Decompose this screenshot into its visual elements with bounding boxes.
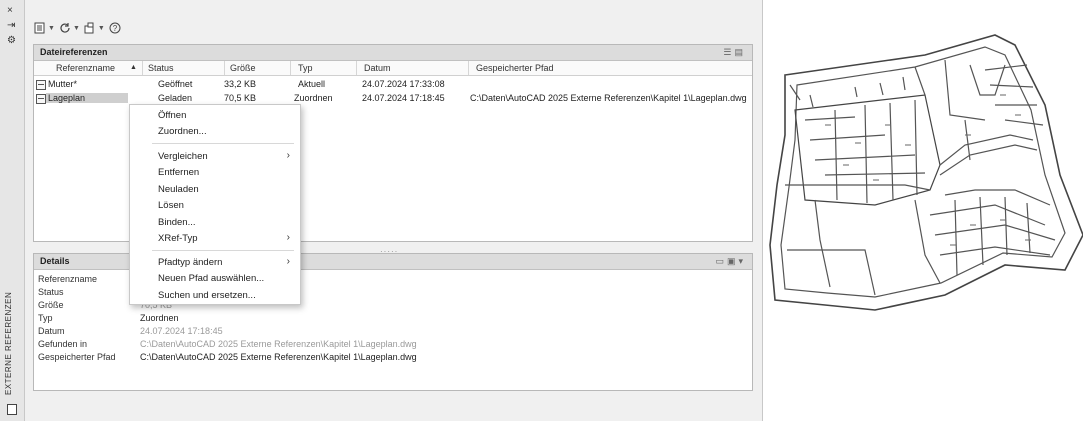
menu-item-pfadtyp-aendern[interactable]: Pfadtyp ändern › xyxy=(130,255,300,271)
chevron-down-icon: ▼ xyxy=(48,24,55,32)
menu-item-loesen[interactable]: Lösen xyxy=(130,198,300,214)
column-header-row: Referenzname ▲ Status Größe Typ Datum Ge… xyxy=(34,61,752,76)
submenu-arrow-icon: › xyxy=(286,232,290,243)
sort-asc-icon: ▲ xyxy=(130,64,137,71)
ref-date: 24.07.2024 17:18:45 xyxy=(362,93,445,103)
refresh-button[interactable]: ▼ xyxy=(58,19,81,37)
col-referenzname[interactable]: Referenzname xyxy=(56,63,115,73)
ref-name: Mutter* xyxy=(48,79,78,89)
change-path-button[interactable]: ▼ xyxy=(83,19,106,37)
svg-text:?: ? xyxy=(113,24,118,33)
palette-title: EXTERNE REFERENZEN xyxy=(4,291,13,395)
ref-status: Geöffnet xyxy=(158,79,193,89)
menu-item-oeffnen[interactable]: Öffnen xyxy=(130,108,300,124)
col-status[interactable]: Status xyxy=(148,63,174,73)
ref-size: 70,5 KB xyxy=(224,93,257,103)
ref-size: 33,2 KB xyxy=(224,79,257,89)
details-view-icon[interactable]: ▭ xyxy=(715,256,727,266)
col-typ[interactable]: Typ xyxy=(298,63,313,73)
help-button[interactable]: ? xyxy=(108,19,122,37)
menu-item-vergleichen[interactable]: Vergleichen › xyxy=(130,149,300,165)
autohide-icon[interactable]: ⇥ xyxy=(7,21,15,31)
chevron-down-icon: ▼ xyxy=(72,24,80,32)
menu-separator xyxy=(152,143,294,144)
settings-icon[interactable]: ⚙ xyxy=(7,36,16,46)
change-path-icon xyxy=(84,22,94,34)
file-references-title: Dateireferenzen xyxy=(40,47,108,57)
ref-status: Geladen xyxy=(158,93,193,103)
ref-type: Aktuell xyxy=(298,79,326,89)
refresh-icon xyxy=(60,23,70,33)
chevron-down-icon: ▼ xyxy=(97,24,105,32)
menu-item-zuordnen[interactable]: Zuordnen... xyxy=(130,124,300,140)
ref-date: 24.07.2024 17:33:08 xyxy=(362,79,445,89)
palette-icon xyxy=(7,404,17,415)
details-title: Details xyxy=(40,256,70,266)
list-view-icon[interactable]: ☰ xyxy=(723,47,734,57)
close-icon[interactable]: × xyxy=(7,6,13,16)
submenu-arrow-icon: › xyxy=(286,256,290,267)
menu-item-suchen-ersetzen[interactable]: Suchen und ersetzen... xyxy=(130,288,300,304)
context-menu: Öffnen Zuordnen... Vergleichen › Entferne… xyxy=(129,104,301,305)
table-row[interactable]: Mutter* Geöffnet 33,2 KB Aktuell 24.07.2… xyxy=(34,78,752,92)
site-plan-drawing xyxy=(769,34,1083,311)
col-groesse[interactable]: Größe xyxy=(230,63,256,73)
attach-dwg-button[interactable]: ▼ xyxy=(33,19,56,37)
menu-separator xyxy=(152,250,294,251)
menu-item-binden[interactable]: Binden... xyxy=(130,215,300,231)
toolbar: ▼ ▼ ▼ ? xyxy=(33,18,122,38)
drawing-icon xyxy=(36,80,46,90)
drawing-icon xyxy=(36,94,46,104)
col-datum[interactable]: Datum xyxy=(364,63,391,73)
help-icon: ? xyxy=(109,22,121,34)
menu-item-neuen-pfad[interactable]: Neuen Pfad auswählen... xyxy=(130,271,300,287)
external-references-palette: × ⇥ ⚙ EXTERNE REFERENZEN ▼ ▼ ▼ ? Dateire… xyxy=(0,0,763,421)
col-gespeicherter-pfad[interactable]: Gespeicherter Pfad xyxy=(476,63,554,73)
menu-item-neuladen[interactable]: Neuladen xyxy=(130,182,300,198)
palette-side-strip: × ⇥ ⚙ EXTERNE REFERENZEN xyxy=(0,0,25,421)
menu-item-entfernen[interactable]: Entfernen xyxy=(130,165,300,181)
ref-path: C:\Daten\AutoCAD 2025 Externe Referenzen… xyxy=(470,93,747,103)
attach-dwg-icon xyxy=(34,22,45,34)
ref-name: Lageplan xyxy=(46,93,128,103)
tree-view-icon[interactable]: ▤ xyxy=(734,47,746,57)
menu-item-xref-typ[interactable]: XRef-Typ › xyxy=(130,231,300,247)
ref-type: Zuordnen xyxy=(294,93,333,103)
preview-view-icon[interactable]: ▣ xyxy=(727,256,739,266)
chevron-down-icon[interactable]: ▾ xyxy=(738,256,746,266)
file-references-header: Dateireferenzen ☰▤ xyxy=(34,45,752,61)
submenu-arrow-icon: › xyxy=(286,150,290,161)
